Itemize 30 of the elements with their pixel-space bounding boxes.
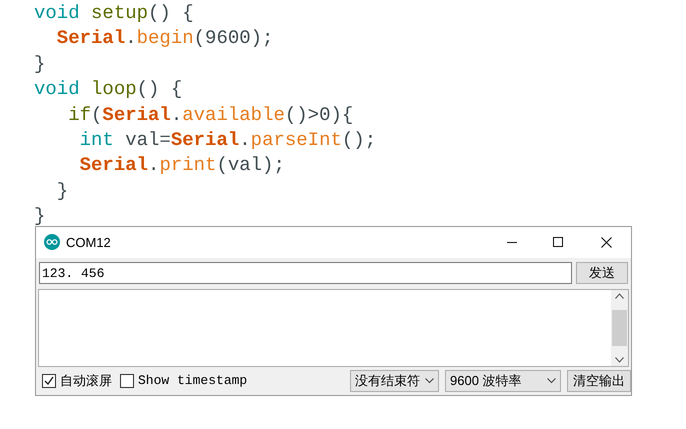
message-input-field[interactable]: 123. 456 [39, 262, 572, 284]
code-line: } [34, 52, 46, 77]
close-icon [600, 236, 612, 248]
baud-rate-dropdown[interactable]: 9600 波特率 [445, 370, 561, 392]
chevron-down-icon [425, 378, 434, 384]
window-title: COM12 [66, 234, 111, 252]
checkbox-label: 自动滚屏 [60, 372, 112, 390]
code-line: } [34, 204, 46, 230]
send-button[interactable]: 发送 [576, 262, 628, 284]
checkmark-icon [44, 376, 54, 386]
scrollbar[interactable] [611, 290, 628, 366]
code-line: Serial.print(val); [78, 153, 285, 178]
scroll-up-icon [615, 292, 624, 299]
infinity-logo-icon [44, 234, 60, 250]
scroll-thumb[interactable] [612, 310, 627, 346]
code-line: void setup() { [34, 1, 194, 26]
clear-output-button[interactable]: 清空输出 [567, 370, 631, 392]
checkbox-label: Show timestamp [138, 372, 248, 390]
checkbox[interactable] [42, 374, 56, 388]
code-line: if(Serial.available()>0){ [67, 102, 354, 128]
code-line: int val=Serial.parseInt(); [78, 128, 376, 154]
checkbox[interactable] [120, 374, 134, 388]
maximize-icon [553, 237, 563, 248]
code-line: void loop() { [34, 77, 182, 102]
scroll-down-icon [615, 357, 624, 364]
chevron-down-icon [547, 378, 556, 384]
minimize-icon [507, 242, 517, 243]
code-line: Serial.begin(9600); [56, 26, 274, 52]
line-ending-dropdown[interactable]: 没有结束符 [350, 370, 439, 392]
code-line: } [56, 178, 68, 204]
